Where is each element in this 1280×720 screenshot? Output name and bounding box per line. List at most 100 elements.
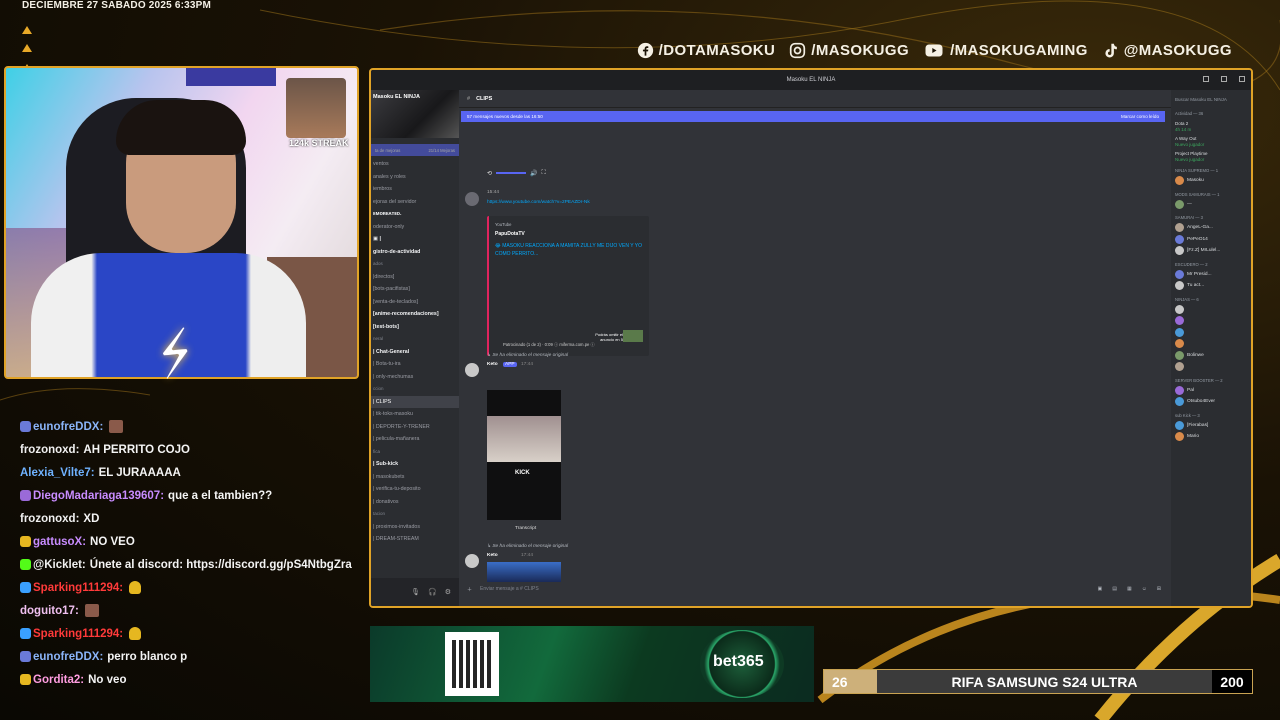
- mark-read-button[interactable]: Marcar como leído: [1121, 114, 1159, 119]
- channel-item[interactable]: [bots-pacifistas]: [371, 283, 459, 296]
- channel-item[interactable]: ▣ |: [371, 233, 459, 246]
- replay-icon[interactable]: ⟲: [487, 170, 492, 177]
- chat-username[interactable]: doguito17:: [20, 605, 79, 617]
- chat-username[interactable]: frozonoxd:: [20, 513, 79, 525]
- message-input[interactable]: ＋ Enviar mensaje a # CLIPS ▣ ▤ ▦ ☺ ⊞: [467, 582, 1161, 596]
- channel-category[interactable]: fica: [371, 446, 459, 459]
- member-item[interactable]: —: [1175, 199, 1247, 211]
- channel-item[interactable]: ᴇᴍᴏʀᴇᴀᴛᴇᴅ.: [371, 208, 459, 221]
- emoji-icon[interactable]: ☺: [1142, 586, 1147, 592]
- channel-item[interactable]: | Bota-tu-ira: [371, 358, 459, 371]
- apps-icon[interactable]: ⊞: [1157, 586, 1161, 592]
- maximize-icon[interactable]: [1221, 76, 1227, 82]
- channel-item[interactable]: ventos: [371, 158, 459, 171]
- channel-category[interactable]: ados: [371, 258, 459, 271]
- member-item[interactable]: Tu act...: [1175, 280, 1247, 292]
- channel-item[interactable]: | Chat-General: [371, 346, 459, 359]
- channel-item[interactable]: | DREAM-STREAM: [371, 533, 459, 546]
- channel-category[interactable]: neral: [371, 333, 459, 346]
- bot-name[interactable]: Keto: [487, 553, 498, 558]
- activity-card[interactable]: Project Playtime Nuevo jugador: [1175, 151, 1247, 163]
- avatar[interactable]: [465, 192, 479, 206]
- member-item[interactable]: Mario: [1175, 431, 1247, 443]
- member-item[interactable]: Masoku: [1175, 175, 1247, 187]
- chat-username[interactable]: Alexia_Vilte7:: [20, 467, 95, 479]
- chat-username[interactable]: eunofreDDX:: [33, 421, 103, 433]
- bot-avatar[interactable]: [465, 554, 479, 568]
- chat-username[interactable]: Sparking111294:: [33, 582, 123, 594]
- channel-item[interactable]: oderator-only: [371, 221, 459, 234]
- sticker-icon[interactable]: ▦: [1127, 586, 1132, 592]
- gift-icon[interactable]: ▣: [1097, 586, 1102, 592]
- member-item[interactable]: [1175, 315, 1247, 327]
- social-youtube[interactable]: /MASOKUGAMING: [923, 42, 1088, 59]
- minimize-icon[interactable]: [1203, 76, 1209, 82]
- chat-username[interactable]: DiegoMadariaga139607:: [33, 490, 164, 502]
- channel-item[interactable]: | Sub-kick: [371, 458, 459, 471]
- gif-icon[interactable]: ▤: [1112, 586, 1117, 592]
- channel-item[interactable]: [venta-de-teclados]: [371, 296, 459, 309]
- message-link[interactable]: https://www.youtube.com/watch?v=2PEAZDr-…: [487, 200, 590, 205]
- chat-username[interactable]: Gordita2:: [33, 674, 84, 686]
- channel-item[interactable]: anales y roles: [371, 171, 459, 184]
- boost-progress[interactable]: ta de mejoras 21/14 Mejoras: [371, 144, 459, 156]
- member-item[interactable]: [1175, 361, 1247, 373]
- new-messages-bar[interactable]: 57 mensajes nuevos desde las 16:50 Marca…: [461, 111, 1165, 122]
- close-icon[interactable]: [1239, 76, 1245, 82]
- social-instagram[interactable]: /MASOKUGG: [789, 42, 909, 59]
- clip-video[interactable]: KICK: [487, 390, 561, 520]
- chat-username[interactable]: frozonoxd:: [20, 444, 79, 456]
- sponsor-banner[interactable]: bet365: [370, 626, 814, 702]
- channel-item[interactable]: | only-mechumas: [371, 371, 459, 384]
- activity-card[interactable]: A Way Out Nuevo jugador: [1175, 136, 1247, 148]
- channel-item[interactable]: | donativos: [371, 496, 459, 509]
- audio-player[interactable]: ⟲ 🔊 ⛶: [487, 168, 557, 178]
- member-item[interactable]: Mr Presid...: [1175, 269, 1247, 281]
- social-tiktok[interactable]: @MASOKUGG: [1102, 42, 1232, 59]
- member-item[interactable]: Pal: [1175, 385, 1247, 397]
- search-input[interactable]: Buscar Masoku EL NINJA: [1175, 94, 1247, 106]
- channel-item[interactable]: | verifica-tu-deposito: [371, 483, 459, 496]
- bot-avatar[interactable]: [465, 363, 479, 377]
- channel-item[interactable]: | CLIPS: [371, 395, 459, 408]
- message-placeholder[interactable]: Enviar mensaje a # CLIPS: [480, 586, 539, 592]
- channel-category[interactable]: tacion: [371, 508, 459, 521]
- channel-item[interactable]: [test-bots]: [371, 321, 459, 334]
- channel-item[interactable]: | tik-toks-masoku: [371, 408, 459, 421]
- embed-title[interactable]: 😂 MASOKU REACCIONA A MAMITA ZULLY ME DIJ…: [495, 242, 643, 258]
- fullscreen-icon[interactable]: ⛶: [542, 170, 546, 177]
- channel-item[interactable]: [anime-recomendaciones]: [371, 308, 459, 321]
- volume-slider[interactable]: [496, 172, 527, 174]
- transcript-button[interactable]: Transcript: [491, 526, 536, 531]
- member-item[interactable]: [1175, 338, 1247, 350]
- gear-icon[interactable]: ⚙: [445, 588, 451, 596]
- channel-item[interactable]: gistro-de-actividad: [371, 246, 459, 259]
- add-icon[interactable]: ＋: [467, 586, 472, 593]
- server-banner[interactable]: Masoku EL NINJA: [371, 90, 459, 138]
- chat-username[interactable]: Sparking111294:: [33, 628, 123, 640]
- activity-card[interactable]: Dota 2 4h 14 m: [1175, 121, 1247, 133]
- channel-category[interactable]: ccion: [371, 383, 459, 396]
- member-item[interactable]: Otsubo4Ever: [1175, 396, 1247, 408]
- member-item[interactable]: Bolinwe: [1175, 350, 1247, 362]
- channel-item[interactable]: | masokubets: [371, 471, 459, 484]
- channel-item[interactable]: ejoras del servidor: [371, 196, 459, 209]
- microphone-icon[interactable]: 🎙: [411, 588, 420, 596]
- channel-item[interactable]: | proximos-invitados: [371, 521, 459, 534]
- channel-item[interactable]: |directos]: [371, 271, 459, 284]
- channel-item[interactable]: | pelicula-mañanera: [371, 433, 459, 446]
- headphones-icon[interactable]: 🎧: [428, 588, 437, 596]
- channel-item[interactable]: iembros: [371, 183, 459, 196]
- member-item[interactable]: [Fierabas]: [1175, 420, 1247, 432]
- chat-username[interactable]: eunofreDDX:: [33, 651, 103, 663]
- member-item[interactable]: [1175, 304, 1247, 316]
- youtube-embed[interactable]: YouTube PapuDotaTV 😂 MASOKU REACCIONA A …: [487, 216, 649, 356]
- volume-icon[interactable]: 🔊: [530, 170, 537, 177]
- member-item[interactable]: AngeL-Ga...: [1175, 222, 1247, 234]
- social-facebook[interactable]: /DOTAMASOKU: [637, 42, 776, 59]
- member-item[interactable]: PePeO14: [1175, 234, 1247, 246]
- clip-video[interactable]: [487, 562, 561, 582]
- channel-item[interactable]: | DEPORTE-Y-TRENER: [371, 421, 459, 434]
- chat-username[interactable]: @Kicklet:: [33, 559, 86, 571]
- bot-name[interactable]: Keto: [487, 362, 498, 367]
